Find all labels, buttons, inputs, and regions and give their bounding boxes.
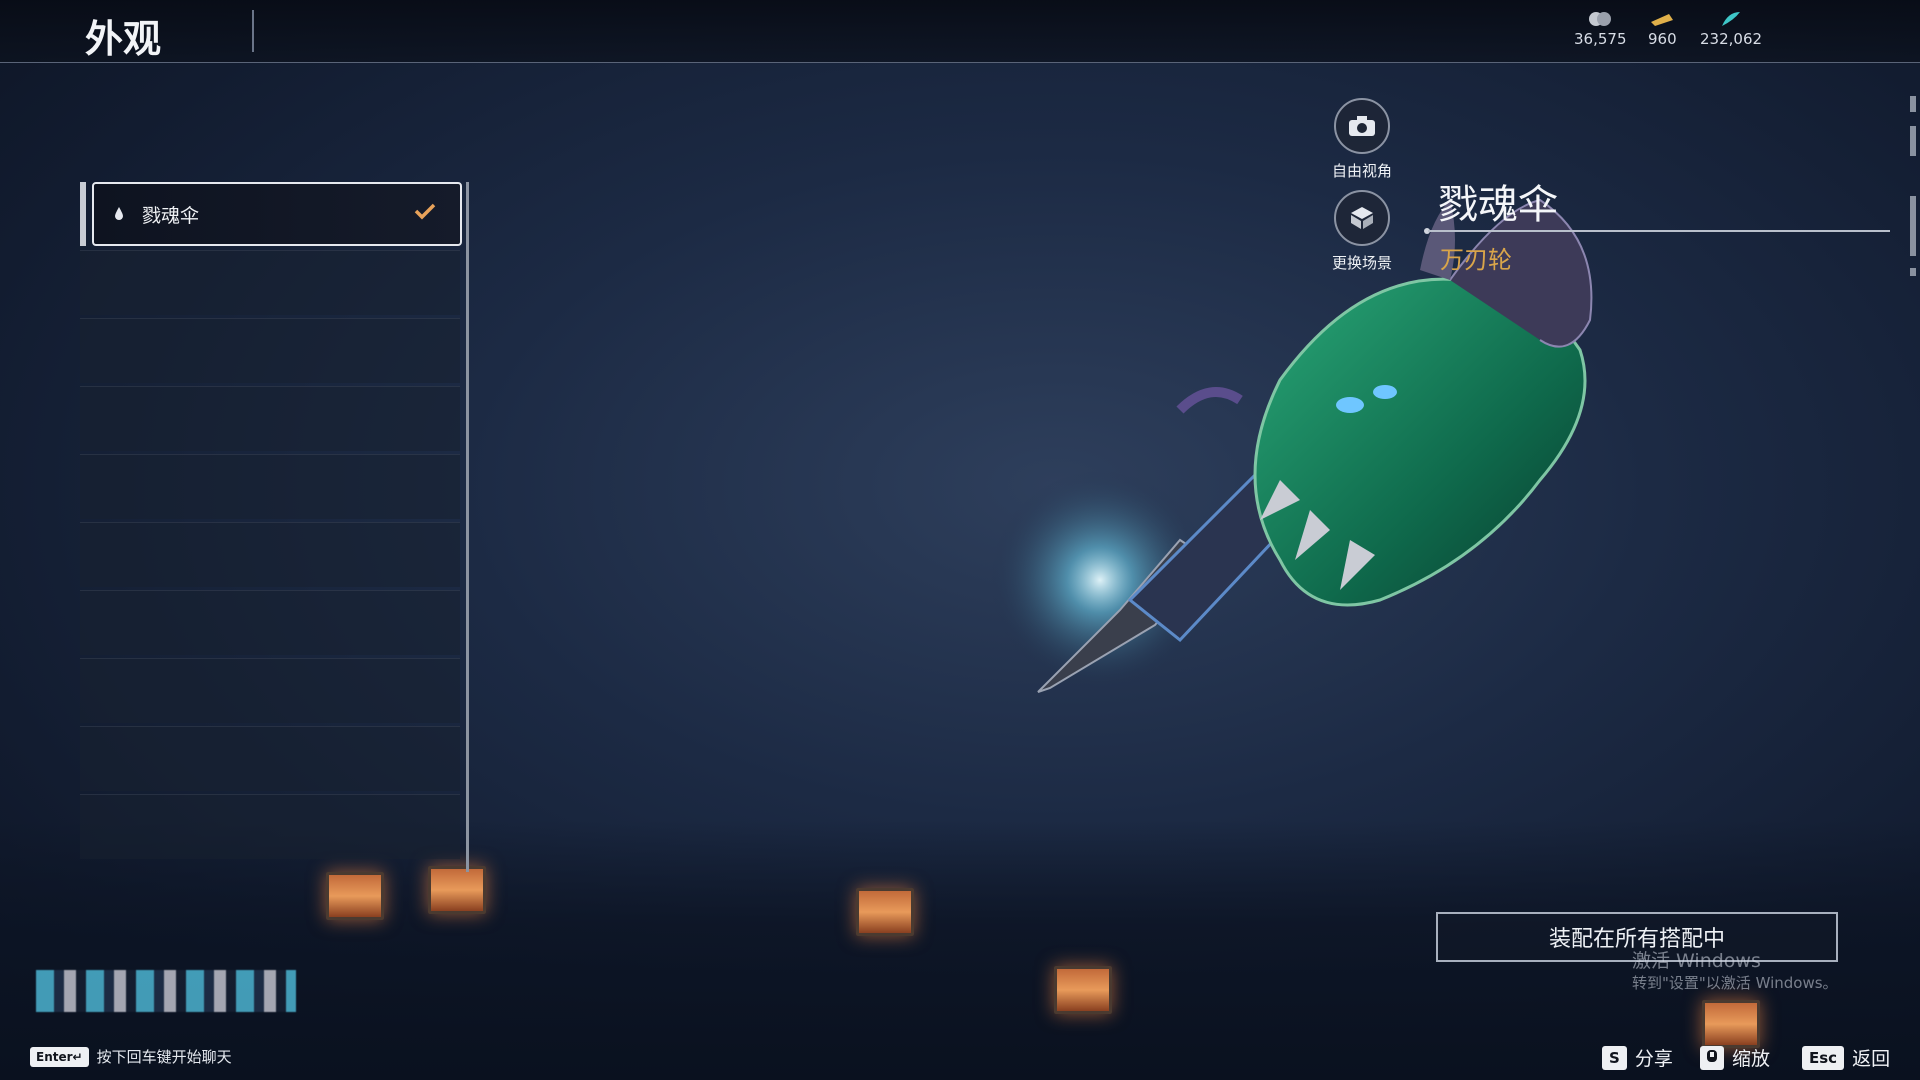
currency-jade: 232,062 <box>1700 10 1762 48</box>
zoom-label: 缩放 <box>1732 1048 1771 1070</box>
share-action[interactable]: S 分享 <box>1602 1044 1673 1071</box>
cube-icon <box>1351 207 1373 229</box>
jade-feather-icon <box>1722 12 1741 26</box>
list-row-empty <box>80 590 460 655</box>
list-row-empty <box>80 250 460 315</box>
floating-lantern <box>1702 1000 1760 1048</box>
back-action[interactable]: Esc 返回 <box>1802 1044 1890 1071</box>
windows-watermark-subtitle: 转到"设置"以激活 Windows。 <box>1632 974 1838 992</box>
back-label: 返回 <box>1852 1048 1891 1070</box>
change-scene-circle <box>1334 190 1390 246</box>
list-row-empty <box>80 794 460 859</box>
item-name: 戮魂伞 <box>1438 182 1558 228</box>
change-scene-button[interactable]: 更换场景 <box>1332 190 1392 273</box>
droplet-icon <box>115 207 123 220</box>
currency-gold-value: 960 <box>1648 30 1677 48</box>
free-view-button[interactable]: 自由视角 <box>1332 98 1392 181</box>
pixelated-player-name <box>36 970 296 1012</box>
top-bar <box>0 0 1920 62</box>
currency-silver-value: 36,575 <box>1574 30 1627 48</box>
camera-icon <box>1349 116 1375 136</box>
item-divider <box>1428 230 1890 232</box>
s-key: S <box>1602 1045 1627 1070</box>
windows-watermark-title: 激活 Windows <box>1632 950 1761 972</box>
list-row-empty <box>80 726 460 791</box>
coin-stack-icon <box>1589 12 1612 26</box>
free-view-label: 自由视角 <box>1332 162 1393 180</box>
top-divider <box>0 62 1920 63</box>
list-row-empty <box>80 522 460 587</box>
currency-silver: 36,575 <box>1574 10 1627 48</box>
checkmark-icon <box>414 203 436 220</box>
chat-hint: Enter↵ 按下回车键开始聊天 <box>30 1046 232 1067</box>
free-view-circle <box>1334 98 1390 154</box>
change-scene-label: 更换场景 <box>1332 254 1393 272</box>
share-label: 分享 <box>1634 1048 1673 1070</box>
zoom-icon <box>1700 1045 1724 1070</box>
skin-item-selected[interactable]: 戮魂伞 <box>92 182 462 246</box>
currency-jade-value: 232,062 <box>1700 30 1763 48</box>
list-scrollbar[interactable] <box>466 182 469 872</box>
floating-lantern <box>1054 966 1112 1014</box>
gold-ticket-icon <box>1651 14 1674 26</box>
currency-gold: 960 <box>1648 10 1677 48</box>
enter-key: Enter↵ <box>30 1046 89 1067</box>
list-row-empty <box>80 318 460 383</box>
floating-lantern <box>856 888 914 936</box>
esc-key: Esc <box>1802 1045 1845 1070</box>
right-scrollbar[interactable] <box>1910 96 1916 276</box>
list-row-empty <box>80 658 460 723</box>
list-row-empty <box>80 454 460 519</box>
weapon-model <box>990 198 1593 693</box>
title-separator <box>252 10 254 52</box>
item-type: 万刃轮 <box>1440 246 1512 274</box>
skin-list: 戮魂伞 <box>80 182 470 882</box>
selection-indicator <box>80 182 86 246</box>
page-title: 外观 <box>85 17 162 61</box>
skin-item-name: 戮魂伞 <box>142 204 200 227</box>
list-row-empty <box>80 386 460 451</box>
zoom-action[interactable]: 缩放 <box>1700 1044 1770 1071</box>
chat-hint-text: 按下回车键开始聊天 <box>96 1048 232 1066</box>
